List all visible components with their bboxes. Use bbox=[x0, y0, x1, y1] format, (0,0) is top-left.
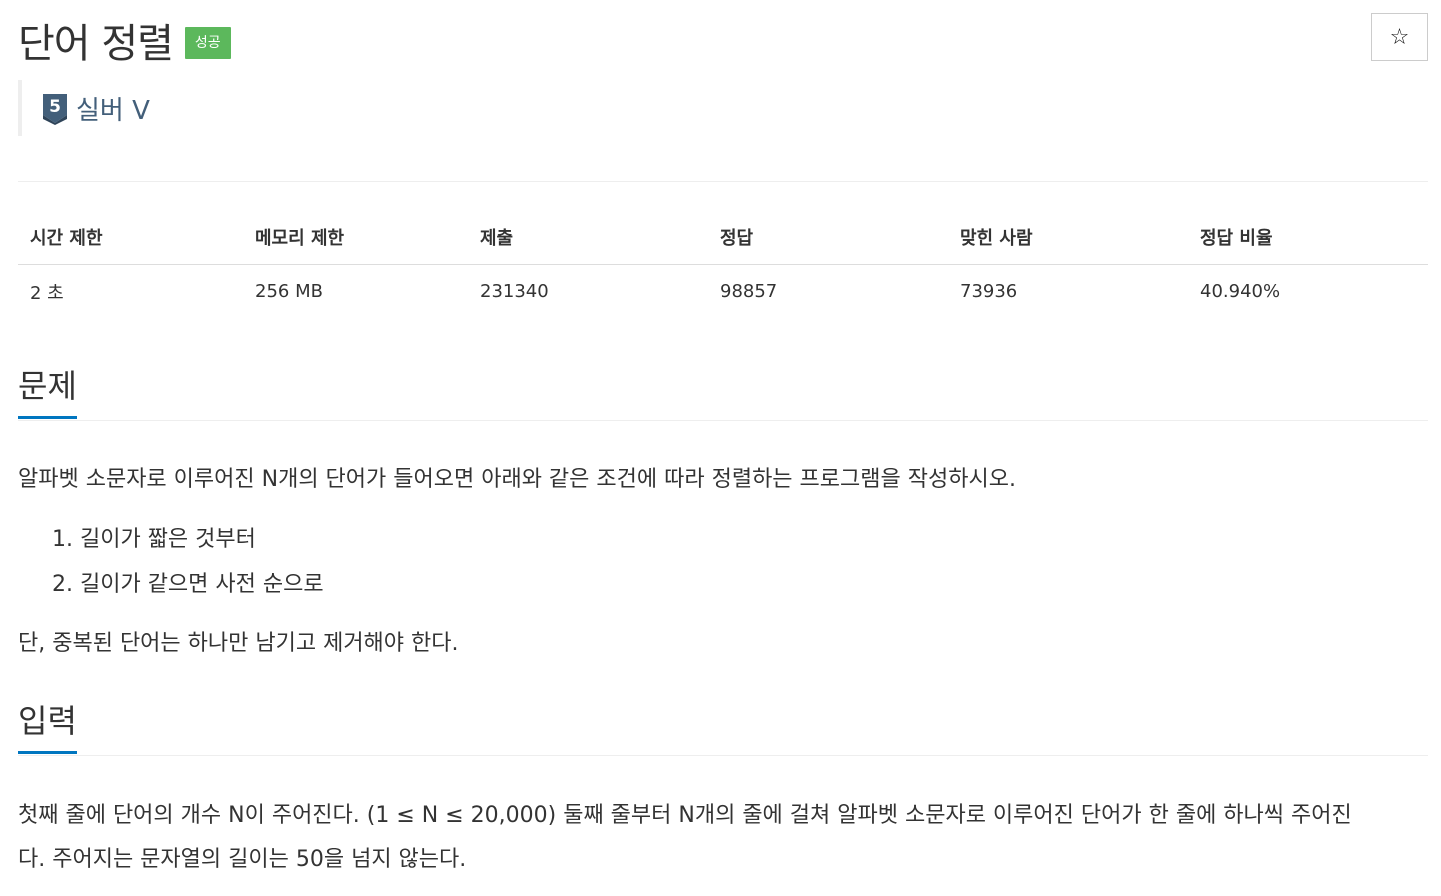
problem-conditions-list: 1. 길이가 짧은 것부터 2. 길이가 같으면 사전 순으로 bbox=[52, 517, 324, 607]
tier-level-text: 5 bbox=[49, 97, 61, 117]
input-description-line1: 첫째 줄에 단어의 개수 N이 주어진다. (1 ≤ N ≤ 20,000) 둘… bbox=[18, 803, 1352, 828]
problem-info-table: 시간 제한 메모리 제한 제출 정답 맞힌 사람 정답 비율 2 초 256 M… bbox=[18, 210, 1428, 318]
problem-note: 단, 중복된 단어는 하나만 남기고 제거해야 한다. bbox=[18, 631, 459, 656]
value-time-limit: 2 초 bbox=[30, 282, 64, 304]
header-divider bbox=[18, 181, 1428, 182]
status-badge: 성공 bbox=[184, 27, 231, 59]
value-accepted: 98857 bbox=[720, 281, 778, 302]
silver-tier-icon[interactable]: 5 bbox=[42, 91, 68, 125]
info-value-row: 2 초 256 MB 231340 98857 73936 40.940% bbox=[18, 265, 1428, 319]
value-accept-ratio: 40.940% bbox=[1200, 281, 1281, 302]
tier-row: 5 실버 V bbox=[18, 80, 150, 136]
problem-section-header: 문제 bbox=[18, 366, 1428, 421]
input-section-header: 입력 bbox=[18, 701, 1428, 756]
header-accepted: 정답 bbox=[708, 210, 948, 265]
value-memory-limit: 256 MB bbox=[255, 281, 323, 302]
header-solved-users: 맞힌 사람 bbox=[948, 210, 1188, 265]
input-heading: 입력 bbox=[18, 701, 77, 754]
input-description-line2: 다. 주어지는 문자열의 길이는 50을 넘지 않는다. bbox=[18, 847, 467, 872]
condition-item: 2. 길이가 같으면 사전 순으로 bbox=[52, 572, 324, 597]
header-memory-limit: 메모리 제한 bbox=[243, 210, 468, 265]
header-accept-ratio: 정답 비율 bbox=[1188, 210, 1428, 265]
info-header-row: 시간 제한 메모리 제한 제출 정답 맞힌 사람 정답 비율 bbox=[18, 210, 1428, 265]
header-submissions: 제출 bbox=[468, 210, 708, 265]
value-submissions: 231340 bbox=[480, 281, 549, 302]
value-solved-users: 73936 bbox=[960, 281, 1018, 302]
tier-label[interactable]: 실버 V bbox=[76, 90, 150, 127]
condition-item: 1. 길이가 짧은 것부터 bbox=[52, 527, 256, 552]
problem-intro: 알파벳 소문자로 이루어진 N개의 단어가 들어오면 아래와 같은 조건에 따라… bbox=[18, 467, 1016, 492]
problem-title: 단어 정렬 bbox=[18, 21, 174, 67]
favorite-star-button[interactable]: ☆ bbox=[1371, 13, 1428, 61]
star-icon: ☆ bbox=[1389, 24, 1410, 50]
header-time-limit: 시간 제한 bbox=[18, 210, 243, 265]
title-row: 단어 정렬 성공 bbox=[18, 12, 231, 68]
problem-heading: 문제 bbox=[18, 366, 77, 419]
